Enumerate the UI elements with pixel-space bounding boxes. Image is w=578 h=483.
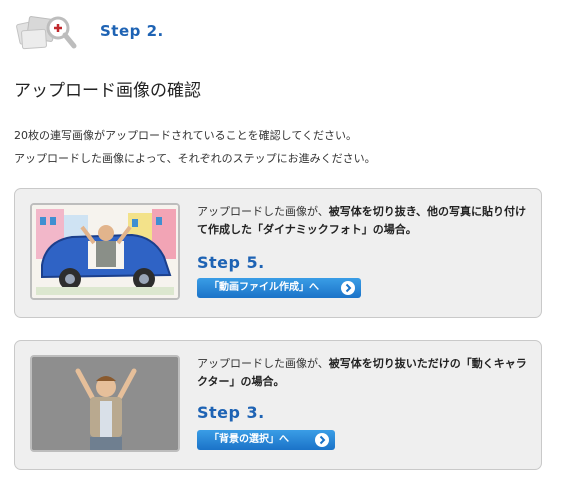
step-number: Step 5. [197, 253, 265, 272]
description-prefix: アップロードした画像が、 [197, 205, 329, 218]
create-video-file-button[interactable]: 「動画ファイル作成」へ [197, 278, 361, 298]
child-cutout-image [30, 355, 180, 452]
chevron-right-icon [315, 433, 329, 447]
description-prefix: アップロードした画像が、 [197, 357, 329, 370]
photo-magnify-icon [14, 8, 78, 56]
button-label: 「背景の選択」へ [209, 434, 289, 445]
child-in-drawn-car-image [30, 203, 180, 300]
step-title: Step 2. [100, 22, 164, 40]
button-label: 「動画ファイル作成」へ [209, 282, 319, 293]
select-background-button[interactable]: 「背景の選択」へ [197, 430, 335, 450]
intro-text: 20枚の連写画像がアップロードされていることを確認してください。 アップロードし… [14, 124, 376, 170]
step-number: Step 3. [197, 403, 265, 422]
chevron-right-icon [341, 281, 355, 295]
intro-line-2: アップロードした画像によって、それぞれのステップにお進みください。 [14, 152, 376, 165]
option-card-moving-character: アップロードした画像が、被写体を切り抜いただけの「動くキャラクター」の場合。 S… [14, 340, 542, 470]
intro-line-1: 20枚の連写画像がアップロードされていることを確認してください。 [14, 129, 358, 142]
page-title: アップロード画像の確認 [14, 81, 201, 101]
option-description: アップロードした画像が、被写体を切り抜いただけの「動くキャラクター」の場合。 [197, 355, 527, 391]
option-description: アップロードした画像が、被写体を切り抜き、他の写真に貼り付けて作成した「ダイナミ… [197, 203, 527, 239]
option-card-dynamic-photo: アップロードした画像が、被写体を切り抜き、他の写真に貼り付けて作成した「ダイナミ… [14, 188, 542, 318]
